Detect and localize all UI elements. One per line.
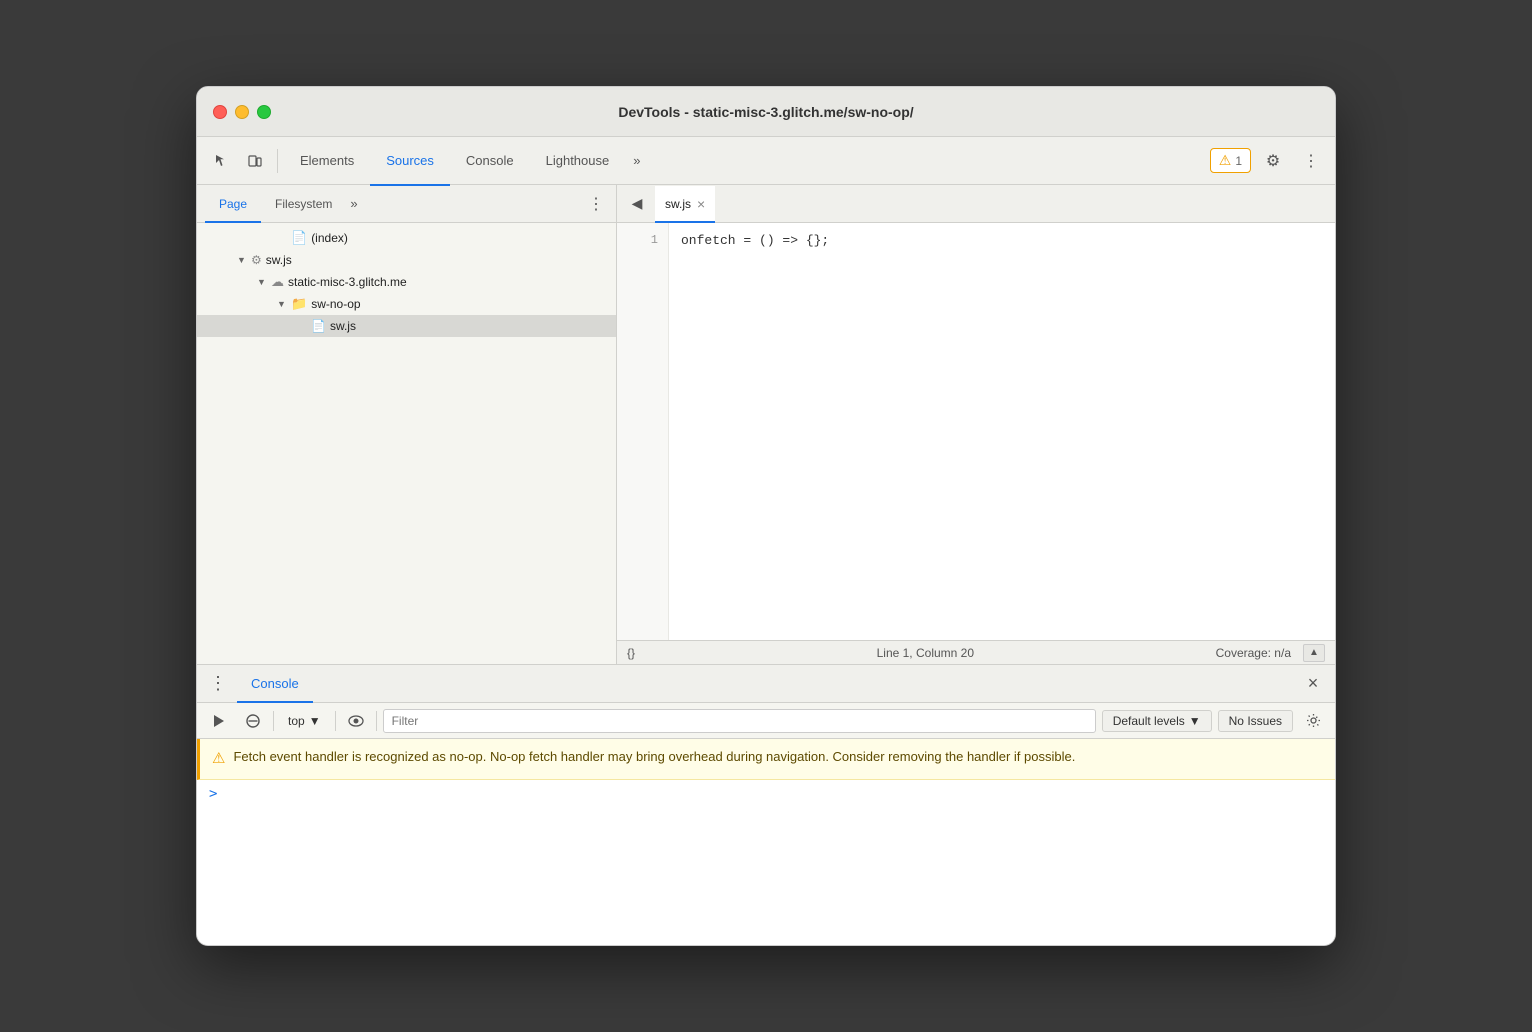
file-tree: 📄 (index) ▼ ⚙ sw.js ▼ ☁ static-misc-3.gl… bbox=[197, 223, 616, 664]
gear-file-icon: ⚙ bbox=[251, 253, 262, 267]
run-console-button[interactable] bbox=[205, 707, 233, 735]
tree-item-folder-sw-no-op[interactable]: ▼ 📁 sw-no-op bbox=[197, 293, 616, 315]
warning-message-icon: ⚠ bbox=[212, 748, 225, 771]
tree-item-label: sw.js bbox=[266, 253, 292, 267]
code-content[interactable]: onfetch = () => {}; bbox=[669, 223, 1335, 640]
toolbar-right: ⚠ 1 ⚙ ⋮ bbox=[1210, 145, 1327, 177]
tree-item-label: (index) bbox=[311, 231, 348, 245]
inspect-icon[interactable] bbox=[205, 145, 237, 177]
status-bar: {} Line 1, Column 20 Coverage: n/a ▲ bbox=[617, 640, 1335, 664]
editor-tab-swjs[interactable]: sw.js × bbox=[655, 186, 715, 223]
close-button[interactable] bbox=[213, 105, 227, 119]
levels-arrow-icon: ▼ bbox=[1189, 714, 1201, 728]
console-content: ⚠ Fetch event handler is recognized as n… bbox=[197, 739, 1335, 945]
warning-badge[interactable]: ⚠ 1 bbox=[1210, 148, 1251, 173]
sub-tab-filesystem[interactable]: Filesystem bbox=[261, 186, 346, 223]
editor-tab-name: sw.js bbox=[665, 197, 691, 211]
main-content: Page Filesystem » ⋮ 📄 (index) ▼ ⚙ bbox=[197, 185, 1335, 664]
arrow-down-icon: ▼ bbox=[237, 255, 251, 265]
console-divider-3 bbox=[376, 711, 377, 731]
doc-icon: 📄 bbox=[291, 230, 307, 246]
filter-input[interactable] bbox=[383, 709, 1096, 733]
console-prompt[interactable]: > bbox=[197, 780, 1335, 808]
traffic-lights bbox=[213, 105, 271, 119]
main-tab-nav: Elements Sources Console Lighthouse » bbox=[284, 137, 1208, 185]
cloud-icon: ☁ bbox=[271, 274, 284, 290]
scroll-to-top-button[interactable]: ▲ bbox=[1303, 644, 1325, 662]
warning-count: 1 bbox=[1235, 154, 1242, 168]
maximize-button[interactable] bbox=[257, 105, 271, 119]
editor-tab-close[interactable]: × bbox=[697, 197, 705, 211]
line-number: 1 bbox=[617, 231, 658, 250]
code-line-1: onfetch = () => {}; bbox=[681, 231, 1323, 252]
editor-panel: ◀ sw.js × 1 onfetch = () => {}; {} Line … bbox=[617, 185, 1335, 664]
tree-item-swjs-gear[interactable]: ▼ ⚙ sw.js bbox=[197, 249, 616, 271]
sub-tab-menu-icon[interactable]: ⋮ bbox=[584, 192, 608, 216]
coverage-label: Coverage: n/a bbox=[1216, 646, 1291, 660]
device-icon[interactable] bbox=[239, 145, 271, 177]
levels-selector[interactable]: Default levels ▼ bbox=[1102, 710, 1212, 732]
sub-tab-more[interactable]: » bbox=[346, 196, 361, 211]
warning-triangle-icon: ⚠ bbox=[1219, 152, 1232, 169]
tab-elements[interactable]: Elements bbox=[284, 138, 370, 186]
tree-item-domain[interactable]: ▼ ☁ static-misc-3.glitch.me bbox=[197, 271, 616, 293]
arrow-down-icon: ▼ bbox=[257, 277, 271, 287]
settings-button[interactable]: ⚙ bbox=[1257, 145, 1289, 177]
folder-icon: 📁 bbox=[291, 296, 307, 312]
bottom-tabs: ⋮ Console × bbox=[197, 665, 1335, 703]
console-divider-2 bbox=[335, 711, 336, 731]
editor-tabs: ◀ sw.js × bbox=[617, 185, 1335, 223]
arrow-down-icon: ▼ bbox=[277, 299, 291, 309]
tree-item-label: sw.js bbox=[330, 319, 356, 333]
levels-label: Default levels bbox=[1113, 714, 1185, 728]
eye-console-button[interactable] bbox=[342, 707, 370, 735]
minimize-button[interactable] bbox=[235, 105, 249, 119]
console-input[interactable] bbox=[225, 786, 1323, 801]
line-numbers: 1 bbox=[617, 223, 669, 640]
format-button[interactable]: {} bbox=[627, 646, 635, 660]
tab-sources[interactable]: Sources bbox=[370, 138, 450, 186]
clear-console-button[interactable] bbox=[239, 707, 267, 735]
tree-item-swjs-file[interactable]: 📄 sw.js bbox=[197, 315, 616, 337]
tab-more-button[interactable]: » bbox=[625, 137, 648, 185]
bottom-tab-console[interactable]: Console bbox=[237, 666, 313, 703]
more-button[interactable]: ⋮ bbox=[1295, 145, 1327, 177]
cursor-position: Line 1, Column 20 bbox=[647, 646, 1204, 660]
tree-item-index[interactable]: 📄 (index) bbox=[197, 227, 616, 249]
sidebar-toggle-button[interactable]: ◀ bbox=[625, 192, 649, 216]
console-divider bbox=[273, 711, 274, 731]
tab-console[interactable]: Console bbox=[450, 138, 530, 186]
context-selector[interactable]: top ▼ bbox=[280, 711, 329, 731]
bottom-menu-icon[interactable]: ⋮ bbox=[205, 672, 229, 696]
format-icon: {} bbox=[627, 646, 635, 660]
window-title: DevTools - static-misc-3.glitch.me/sw-no… bbox=[618, 104, 913, 120]
top-toolbar: Elements Sources Console Lighthouse » ⚠ … bbox=[197, 137, 1335, 185]
bottom-panel: ⋮ Console × top ▼ bbox=[197, 665, 1335, 945]
warning-message-text: Fetch event handler is recognized as no-… bbox=[233, 747, 1075, 767]
tree-item-label: sw-no-op bbox=[311, 297, 360, 311]
no-issues-label: No Issues bbox=[1229, 714, 1282, 728]
warning-message-row: ⚠ Fetch event handler is recognized as n… bbox=[197, 739, 1335, 780]
console-toolbar: top ▼ Default levels ▼ No Issues bbox=[197, 703, 1335, 739]
tree-item-label: static-misc-3.glitch.me bbox=[288, 275, 407, 289]
code-area: 1 onfetch = () => {}; bbox=[617, 223, 1335, 640]
prompt-symbol: > bbox=[209, 786, 217, 802]
title-bar: DevTools - static-misc-3.glitch.me/sw-no… bbox=[197, 87, 1335, 137]
devtools-window: DevTools - static-misc-3.glitch.me/sw-no… bbox=[196, 86, 1336, 946]
js-file-icon: 📄 bbox=[311, 319, 326, 333]
context-arrow-icon: ▼ bbox=[309, 714, 321, 728]
no-issues-button[interactable]: No Issues bbox=[1218, 710, 1293, 732]
tab-lighthouse[interactable]: Lighthouse bbox=[530, 138, 626, 186]
toolbar-divider bbox=[277, 149, 278, 173]
sub-tab-page[interactable]: Page bbox=[205, 186, 261, 223]
bottom-close-button[interactable]: × bbox=[1299, 670, 1327, 698]
sub-tabs: Page Filesystem » ⋮ bbox=[197, 185, 616, 223]
console-settings-button[interactable] bbox=[1299, 707, 1327, 735]
left-panel: Page Filesystem » ⋮ 📄 (index) ▼ ⚙ bbox=[197, 185, 617, 664]
context-label: top bbox=[288, 714, 305, 728]
